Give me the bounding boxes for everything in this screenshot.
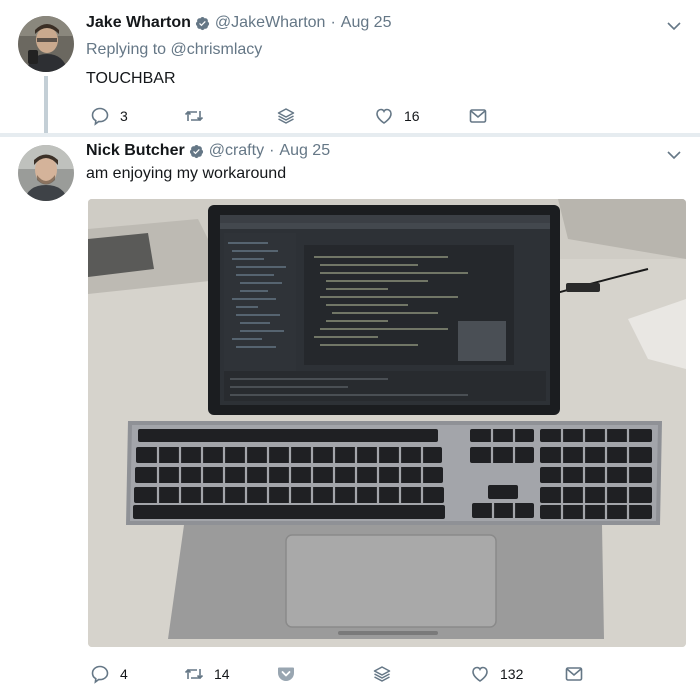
tweet-text: am enjoying my workaround <box>86 165 287 182</box>
retweet-icon <box>184 110 204 122</box>
chevron-down-icon[interactable] <box>666 147 682 163</box>
author-name[interactable]: Jake Wharton <box>86 14 191 32</box>
tweet-date[interactable]: Aug 25 <box>279 142 330 160</box>
tweet-header: Nick Butcher @crafty · Aug 25 <box>86 140 330 162</box>
tweet-actions: 4 14 132 <box>86 662 700 686</box>
tweet-jake-wharton[interactable]: Jake Wharton @JakeWharton · Aug 25 Reply… <box>0 0 700 133</box>
tweet-header: Jake Wharton @JakeWharton · Aug 25 <box>86 12 391 34</box>
message-icon <box>565 667 583 681</box>
retweet-button[interactable]: 14 <box>184 662 230 686</box>
author-handle[interactable]: @JakeWharton <box>215 14 326 32</box>
separator-dot: · <box>330 14 336 31</box>
reply-button[interactable]: 3 <box>90 104 128 128</box>
tweet-actions: 3 16 <box>86 104 700 128</box>
reply-icon <box>91 665 109 684</box>
message-icon <box>469 109 487 123</box>
reply-mention-link[interactable]: @chrismlacy <box>171 41 263 58</box>
author-handle[interactable]: @crafty <box>209 142 264 160</box>
avatar-nick-butcher[interactable] <box>18 145 74 201</box>
like-count: 132 <box>500 666 524 682</box>
tweet-text: TOUCHBAR <box>86 70 176 87</box>
like-button[interactable]: 16 <box>374 104 420 128</box>
retweet-button[interactable] <box>184 104 204 128</box>
tweet-photo[interactable] <box>88 199 686 647</box>
like-icon <box>472 666 488 682</box>
tweet-date[interactable]: Aug 25 <box>341 14 392 32</box>
message-button[interactable] <box>564 662 584 686</box>
layers-button[interactable] <box>372 662 392 686</box>
layers-icon <box>373 666 391 682</box>
reply-count: 4 <box>120 666 128 682</box>
replying-to: Replying to @chrismlacy <box>86 41 262 59</box>
chevron-down-icon[interactable] <box>666 18 682 34</box>
pocket-button[interactable] <box>276 662 296 686</box>
separator-dot: · <box>269 142 275 159</box>
message-button[interactable] <box>468 104 488 128</box>
layers-button[interactable] <box>276 104 296 128</box>
reply-button[interactable]: 4 <box>90 662 128 686</box>
reply-icon <box>91 107 109 126</box>
tweet-nick-butcher[interactable]: Nick Butcher @crafty · Aug 25 am enjoyin… <box>0 137 700 688</box>
like-button[interactable]: 132 <box>470 662 523 686</box>
layers-icon <box>277 108 295 124</box>
reply-count: 3 <box>120 108 128 124</box>
verified-icon <box>189 144 203 158</box>
avatar-jake-wharton[interactable] <box>18 16 74 72</box>
retweet-count: 14 <box>214 666 230 682</box>
replying-to-label: Replying to <box>86 41 167 58</box>
verified-icon <box>195 16 209 30</box>
like-icon <box>376 108 392 124</box>
author-name[interactable]: Nick Butcher <box>86 142 185 160</box>
thread-line <box>44 76 48 133</box>
pocket-icon <box>278 667 294 681</box>
retweet-icon <box>184 668 204 680</box>
like-count: 16 <box>404 108 420 124</box>
